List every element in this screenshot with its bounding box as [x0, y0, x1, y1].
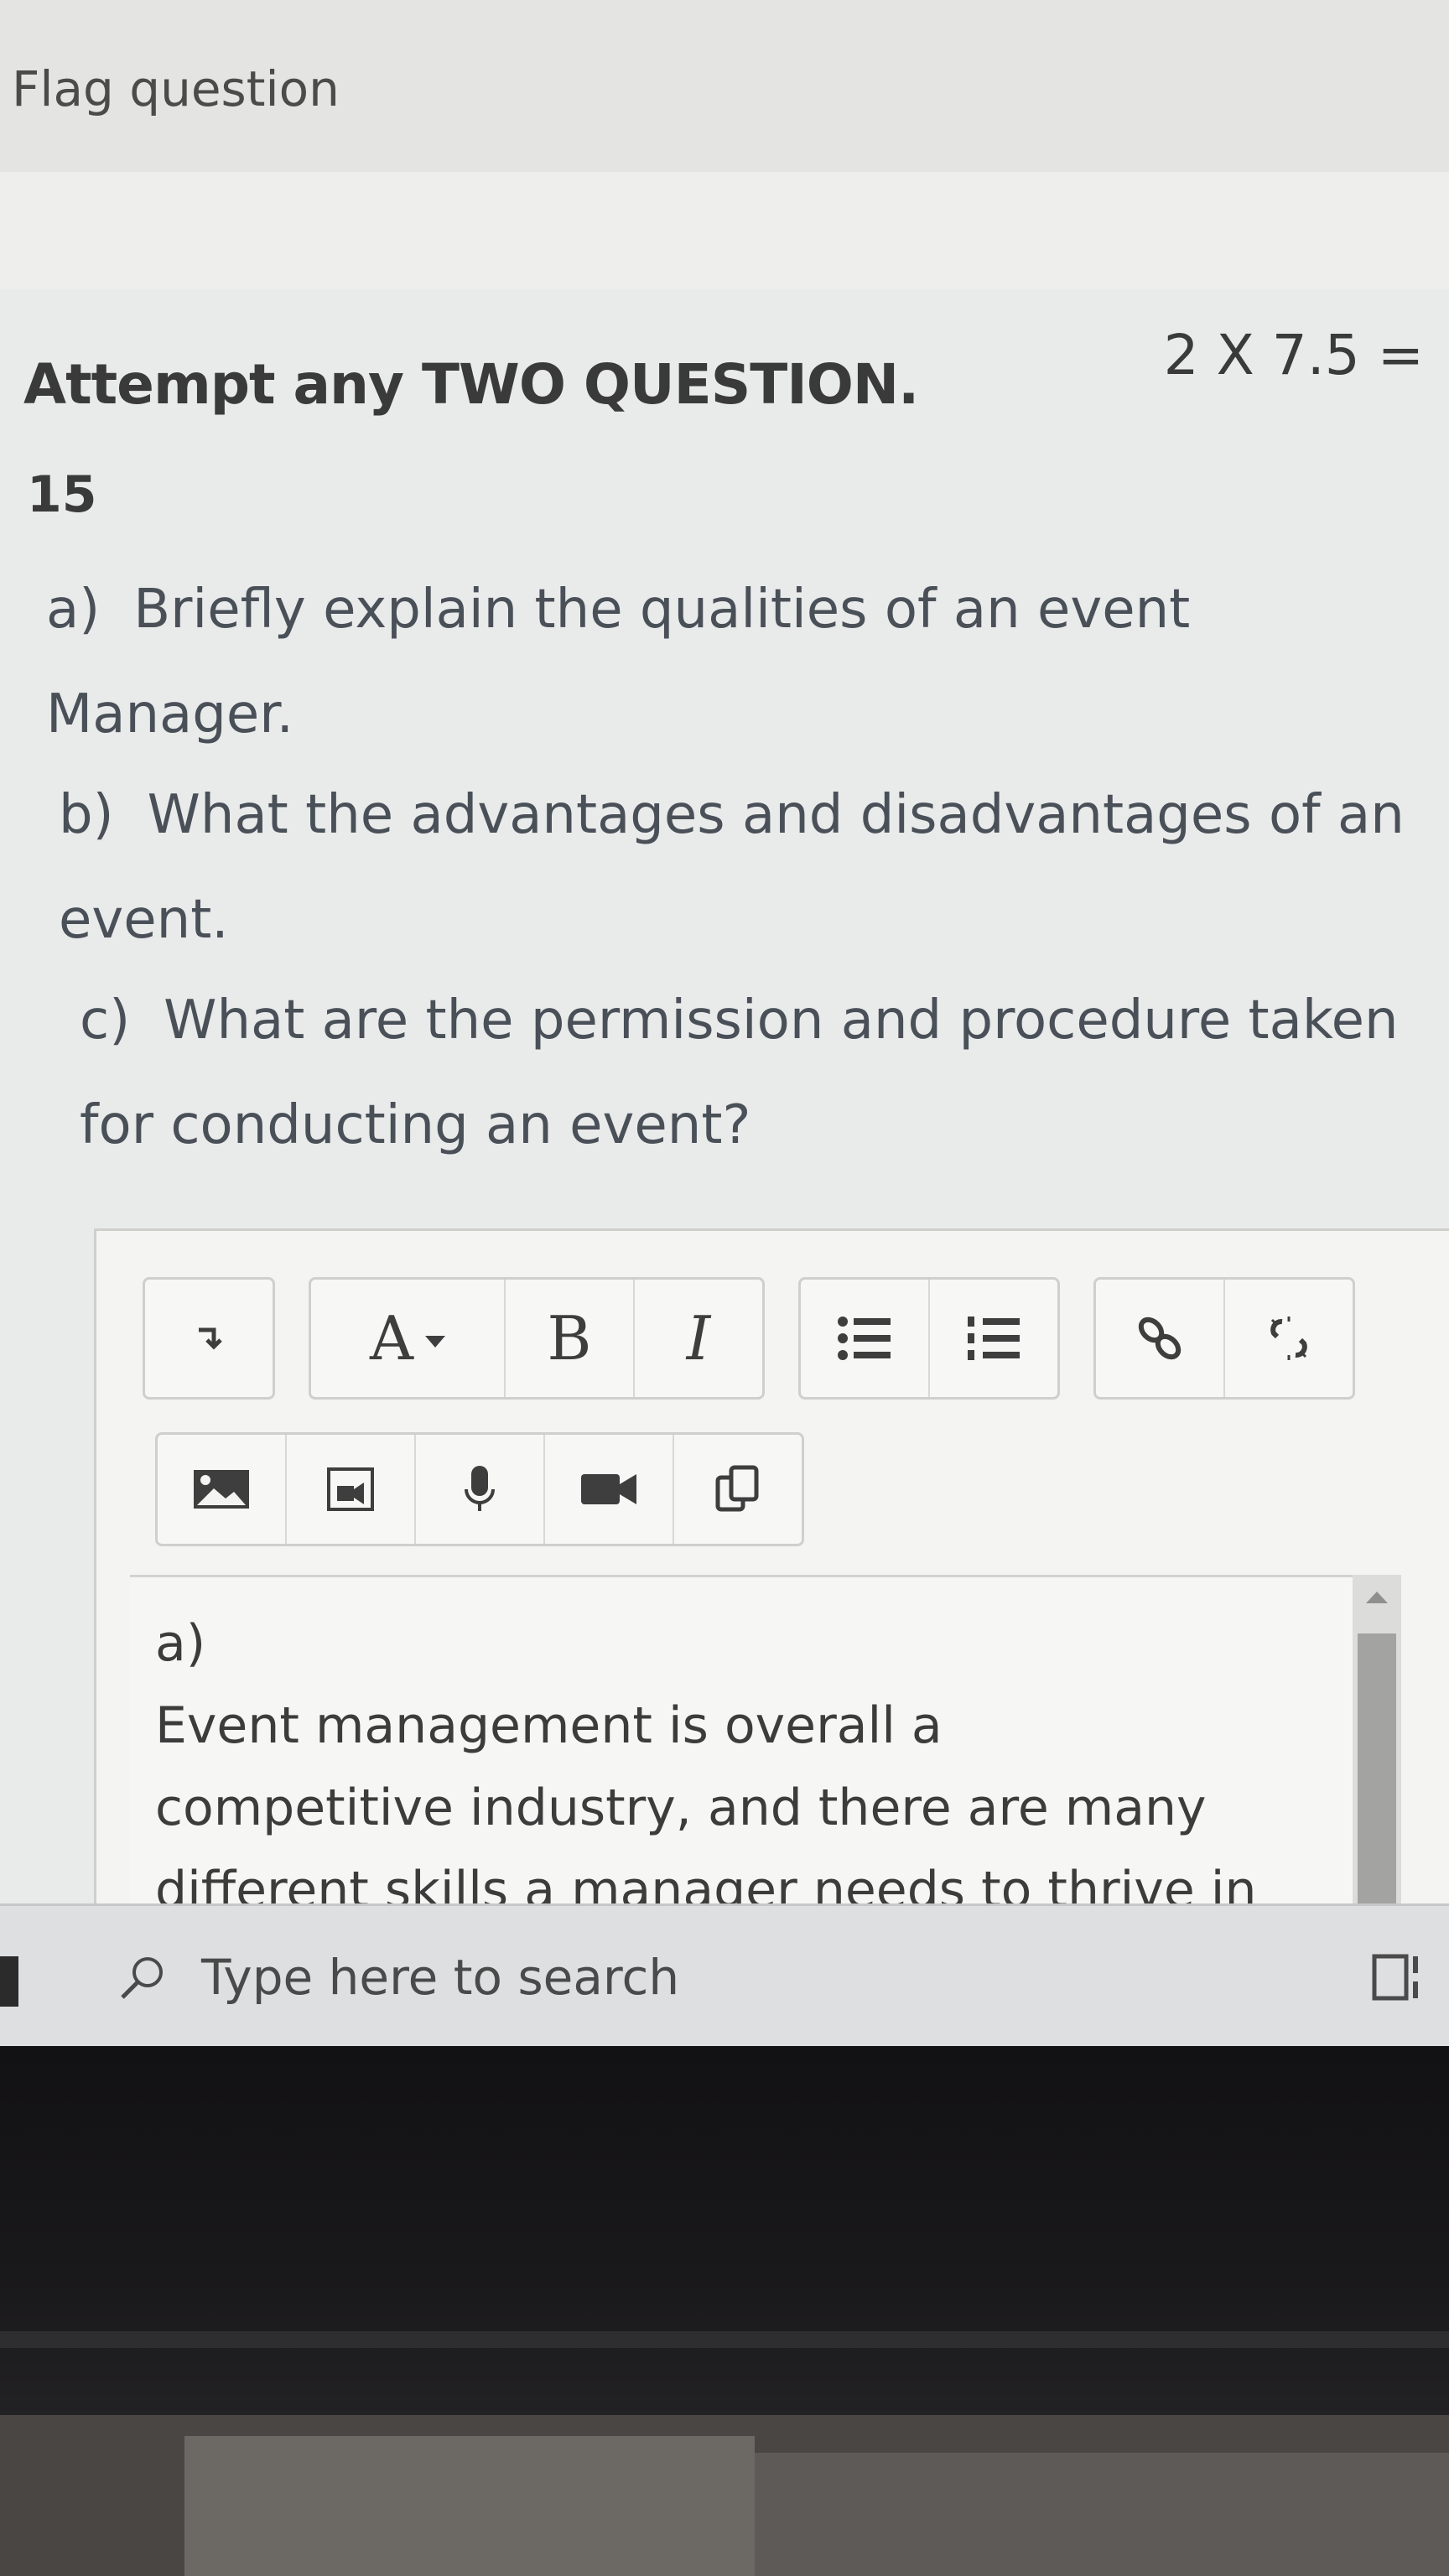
- question-item-letter: a): [46, 579, 101, 641]
- manage-files-button[interactable]: [674, 1435, 802, 1544]
- font-style-button[interactable]: A: [311, 1280, 506, 1397]
- answer-line: competitive industry, and there are many: [155, 1779, 1207, 1837]
- unordered-list-button[interactable]: [801, 1280, 930, 1397]
- bold-label: B: [547, 1303, 592, 1374]
- question-item-b: b) What the advantages and disadvantages …: [59, 763, 1442, 973]
- editor-toolbar-row-1: A B I: [143, 1277, 1389, 1400]
- question-header: Attempt any TWO QUESTION.: [23, 352, 919, 417]
- answer-line: different skills a manager needs to thri…: [155, 1861, 1257, 1903]
- image-icon: [194, 1470, 249, 1509]
- font-style-label: A: [370, 1303, 413, 1374]
- toolbar-group-lists: [798, 1277, 1060, 1400]
- record-audio-button[interactable]: [416, 1435, 545, 1544]
- ordered-list-button[interactable]: [930, 1280, 1057, 1397]
- start-button[interactable]: [0, 1956, 18, 2007]
- toolbar-group-format: A B I: [309, 1277, 765, 1400]
- insert-image-button[interactable]: [158, 1435, 287, 1544]
- scroll-thumb[interactable]: [1358, 1633, 1396, 1903]
- taskbar: Type here to search: [0, 1903, 1449, 2049]
- microphone-icon: [465, 1466, 495, 1511]
- flag-question-link[interactable]: Flag question: [12, 60, 340, 117]
- italic-button[interactable]: I: [635, 1280, 762, 1397]
- video-camera-icon: [581, 1474, 636, 1504]
- toolbar-group-links: [1093, 1277, 1355, 1400]
- editor-content-area[interactable]: a) Event management is overall a competi…: [130, 1575, 1388, 1903]
- desk-highlight: [184, 2436, 755, 2576]
- answer-text: a) Event management is overall a competi…: [155, 1602, 1379, 1903]
- toolbar-group-toggle: [143, 1277, 275, 1400]
- question-item-text: Briefly explain the qualities of an even…: [46, 579, 1191, 745]
- question-item-letter: c): [80, 989, 131, 1052]
- ordered-list-icon: [968, 1317, 1020, 1360]
- desk-highlight: [755, 2453, 1449, 2576]
- bold-button[interactable]: B: [506, 1280, 635, 1397]
- answer-line: Event management is overall a: [155, 1696, 943, 1755]
- insert-media-button[interactable]: [287, 1435, 416, 1544]
- question-text-box: Attempt any TWO QUESTION. 2 X 7.5 = 15 a…: [0, 289, 1449, 1903]
- scroll-up-arrow-icon[interactable]: [1366, 1592, 1388, 1603]
- question-total: 15: [27, 465, 97, 524]
- answer-editor: A B I a) Event management is overall a c…: [94, 1228, 1449, 1903]
- question-item-c: c) What are the permission and procedure …: [80, 969, 1421, 1178]
- unlink-icon: [1270, 1317, 1307, 1360]
- italic-label: I: [686, 1303, 711, 1374]
- bezel-edge: [0, 2331, 1449, 2348]
- unlink-button[interactable]: [1225, 1280, 1353, 1397]
- chevron-down-icon: [425, 1336, 445, 1348]
- question-marks: 2 X 7.5 =: [1163, 323, 1424, 387]
- question-item-letter: b): [59, 784, 114, 846]
- record-video-button[interactable]: [545, 1435, 674, 1544]
- browser-page: Flag question Attempt any TWO QUESTION. …: [0, 0, 1449, 1903]
- editor-toolbar-row-2: [155, 1432, 838, 1546]
- toolbar-toggle-button[interactable]: [145, 1280, 273, 1397]
- editor-scrollbar[interactable]: [1353, 1575, 1401, 1903]
- toolbar-toggle-icon: [199, 1327, 222, 1350]
- search-placeholder: Type here to search: [201, 1949, 680, 2006]
- answer-line: a): [155, 1614, 206, 1673]
- media-icon: [327, 1467, 374, 1511]
- toolbar-group-media: [155, 1432, 804, 1546]
- link-button[interactable]: [1096, 1280, 1225, 1397]
- question-item-text: What are the permission and procedure ta…: [80, 989, 1399, 1156]
- copy-icon: [715, 1465, 759, 1512]
- monitor-bezel: [0, 2046, 1449, 2432]
- unordered-list-icon: [838, 1317, 891, 1360]
- flag-bar: Flag question: [0, 0, 1449, 172]
- section-divider: [0, 172, 1449, 289]
- task-view-icon[interactable]: [1369, 1948, 1428, 2007]
- question-item-text: What the advantages and disadvantages of…: [59, 784, 1405, 951]
- link-icon: [1138, 1317, 1182, 1360]
- search-icon: [121, 1957, 163, 1999]
- question-item-a: a) Briefly explain the qualities of an ev…: [46, 558, 1405, 767]
- taskbar-search-box[interactable]: Type here to search: [84, 1906, 1342, 2049]
